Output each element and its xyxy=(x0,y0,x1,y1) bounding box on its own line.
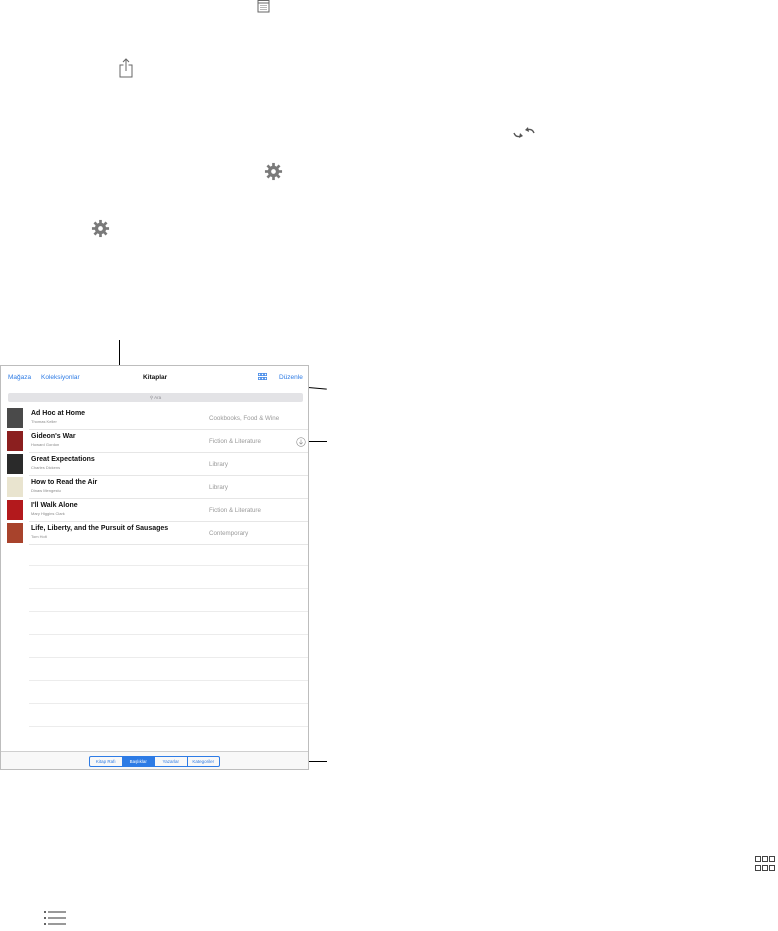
edit-button[interactable]: Düzenle xyxy=(279,374,303,381)
list-item[interactable]: Ad Hoc at Home Thomas Keller Cookbooks, … xyxy=(1,407,308,430)
grid-view-icon xyxy=(755,856,775,871)
page-title: Kitaplar xyxy=(143,374,168,381)
book-author: Thomas Keller xyxy=(31,419,57,424)
book-cover xyxy=(7,431,23,451)
list-view-icon xyxy=(44,911,66,925)
search-field[interactable]: ⚲ Ara xyxy=(8,393,303,402)
bottom-toolbar: Kitap Rafı Başlıklar Yazarlar Kategorile… xyxy=(1,751,308,769)
book-author: Mary Higgins Clark xyxy=(31,511,65,516)
tab-categories[interactable]: Kategoriler xyxy=(188,757,220,766)
divider xyxy=(29,544,308,545)
divider xyxy=(29,726,308,727)
list-item[interactable]: Life, Liberty, and the Pursuit of Sausag… xyxy=(1,522,308,545)
divider xyxy=(29,680,308,681)
gear-icon xyxy=(264,162,283,181)
navigation-bar: Mağaza Koleksiyonlar Kitaplar Düzenle xyxy=(1,366,308,390)
divider xyxy=(29,634,308,635)
tab-titles[interactable]: Başlıklar xyxy=(122,757,155,766)
book-category: Library xyxy=(209,461,228,468)
divider xyxy=(29,703,308,704)
cloud-download-icon[interactable] xyxy=(296,437,306,447)
books-screen: Mağaza Koleksiyonlar Kitaplar Düzenle ⚲ … xyxy=(0,365,309,770)
book-cover xyxy=(7,523,23,543)
book-cover xyxy=(7,477,23,497)
divider xyxy=(29,565,308,566)
sort-segmented-control: Kitap Rafı Başlıklar Yazarlar Kategorile… xyxy=(89,756,220,767)
book-title: Ad Hoc at Home xyxy=(31,410,86,417)
book-title: How to Read the Air xyxy=(31,479,98,486)
tab-authors[interactable]: Yazarlar xyxy=(155,757,188,766)
list-view-icon xyxy=(257,0,270,13)
book-author: Dinaw Mengestu xyxy=(31,488,61,493)
book-cover xyxy=(7,454,23,474)
collections-button[interactable]: Koleksiyonlar xyxy=(41,374,80,381)
book-author: Tom Holt xyxy=(31,534,47,539)
book-title: Life, Liberty, and the Pursuit of Sausag… xyxy=(31,525,169,532)
callout-line xyxy=(306,441,327,442)
book-category: Cookbooks, Food & Wine xyxy=(209,415,280,422)
tab-bookshelf[interactable]: Kitap Rafı xyxy=(90,757,123,766)
share-icon xyxy=(119,58,133,78)
divider xyxy=(29,611,308,612)
list-item[interactable]: I'll Walk Alone Mary Higgins Clark Ficti… xyxy=(1,499,308,522)
divider xyxy=(29,588,308,589)
book-author: Charles Dickens xyxy=(31,465,61,470)
book-title: I'll Walk Alone xyxy=(31,502,78,509)
book-category: Contemporary xyxy=(209,530,249,537)
list-item[interactable]: Great Expectations Charles Dickens Libra… xyxy=(1,453,308,476)
book-category: Fiction & Literature xyxy=(209,507,261,514)
book-title: Great Expectations xyxy=(31,456,95,463)
search-placeholder: Ara xyxy=(154,395,162,400)
flip-icon xyxy=(513,127,535,138)
store-button[interactable]: Mağaza xyxy=(8,374,31,381)
book-category: Fiction & Literature xyxy=(209,438,261,445)
book-category: Library xyxy=(209,484,228,491)
book-cover xyxy=(7,408,23,428)
gear-icon xyxy=(91,219,110,238)
book-cover xyxy=(7,500,23,520)
grid-view-icon[interactable] xyxy=(258,373,267,381)
book-author: Howard Gordon xyxy=(31,442,60,447)
book-title: Gideon's War xyxy=(31,433,76,440)
list-item[interactable]: How to Read the Air Dinaw Mengestu Libra… xyxy=(1,476,308,499)
list-item[interactable]: Gideon's War Howard Gordon Fiction & Lit… xyxy=(1,430,308,453)
divider xyxy=(29,657,308,658)
